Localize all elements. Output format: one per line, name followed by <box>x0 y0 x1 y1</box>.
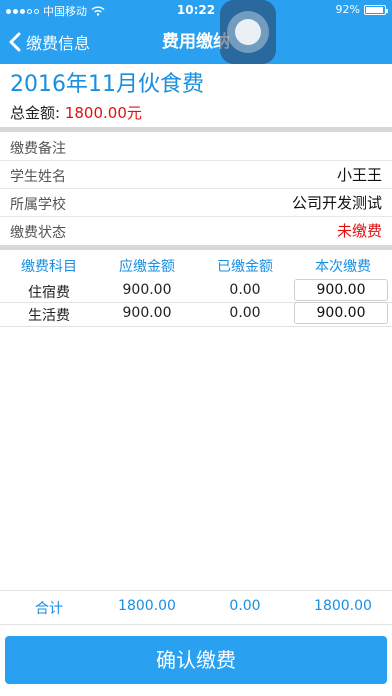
row-1-paid: 0.00 <box>229 282 261 298</box>
row-2-due: 900.00 <box>122 305 172 321</box>
total-amount: 1800.00元 <box>64 104 142 122</box>
school-value: 公司开发测试 <box>291 194 382 212</box>
fee-title: 2016年11月伙食费 <box>10 72 204 97</box>
info-row-student: 学生姓名 小王王 <box>0 161 392 189</box>
total-label: 总金额: <box>10 104 61 122</box>
col-header-item: 缴费科目 <box>21 259 77 275</box>
status-bar: 中国移动 10:22 92% <box>0 0 392 20</box>
footer-paid-total: 0.00 <box>229 598 261 614</box>
section-divider <box>0 127 392 132</box>
info-row-note: 缴费备注 <box>0 133 392 161</box>
status-right: 92% <box>335 3 388 16</box>
assistive-touch-button[interactable] <box>220 0 276 64</box>
footer-label: 合计 <box>35 601 63 617</box>
student-value: 小王王 <box>336 166 382 184</box>
confirm-payment-button[interactable]: 确认缴费 <box>5 636 387 684</box>
info-row-school: 所属学校 公司开发测试 <box>0 189 392 217</box>
row-1-item: 住宿费 <box>28 285 70 301</box>
row-1-pay-now-input[interactable] <box>294 279 388 301</box>
page-title: 费用缴纳 <box>162 32 230 52</box>
row-1-due: 900.00 <box>122 282 172 298</box>
col-header-paid: 已缴金额 <box>217 259 273 275</box>
footer-pay-now-total: 1800.00 <box>314 598 372 614</box>
table-row-divider <box>0 326 392 327</box>
footer-due-total: 1800.00 <box>118 598 176 614</box>
note-label: 缴费备注 <box>10 141 66 157</box>
status-time: 10:22 <box>176 3 216 17</box>
table-footer-divider <box>0 590 392 591</box>
payment-status-value: 未缴费 <box>336 222 382 240</box>
row-2-item: 生活费 <box>28 308 70 324</box>
col-header-pay-now: 本次缴费 <box>315 259 371 275</box>
row-2-paid: 0.00 <box>229 305 261 321</box>
table-footer-divider <box>0 624 392 625</box>
navigation-bar: 缴费信息 费用缴纳 <box>0 20 392 64</box>
section-divider <box>0 245 392 250</box>
status-label: 缴费状态 <box>10 225 66 241</box>
info-row-status: 缴费状态 未缴费 <box>0 217 392 245</box>
school-label: 所属学校 <box>10 197 66 213</box>
battery-percent: 92% <box>335 3 360 16</box>
assistive-dot <box>235 19 261 45</box>
student-label: 学生姓名 <box>10 169 66 185</box>
total-amount-row: 总金额: 1800.00元 <box>10 102 142 123</box>
battery-icon <box>364 4 388 15</box>
row-2-pay-now-input[interactable] <box>294 302 388 324</box>
col-header-due: 应缴金额 <box>119 259 175 275</box>
